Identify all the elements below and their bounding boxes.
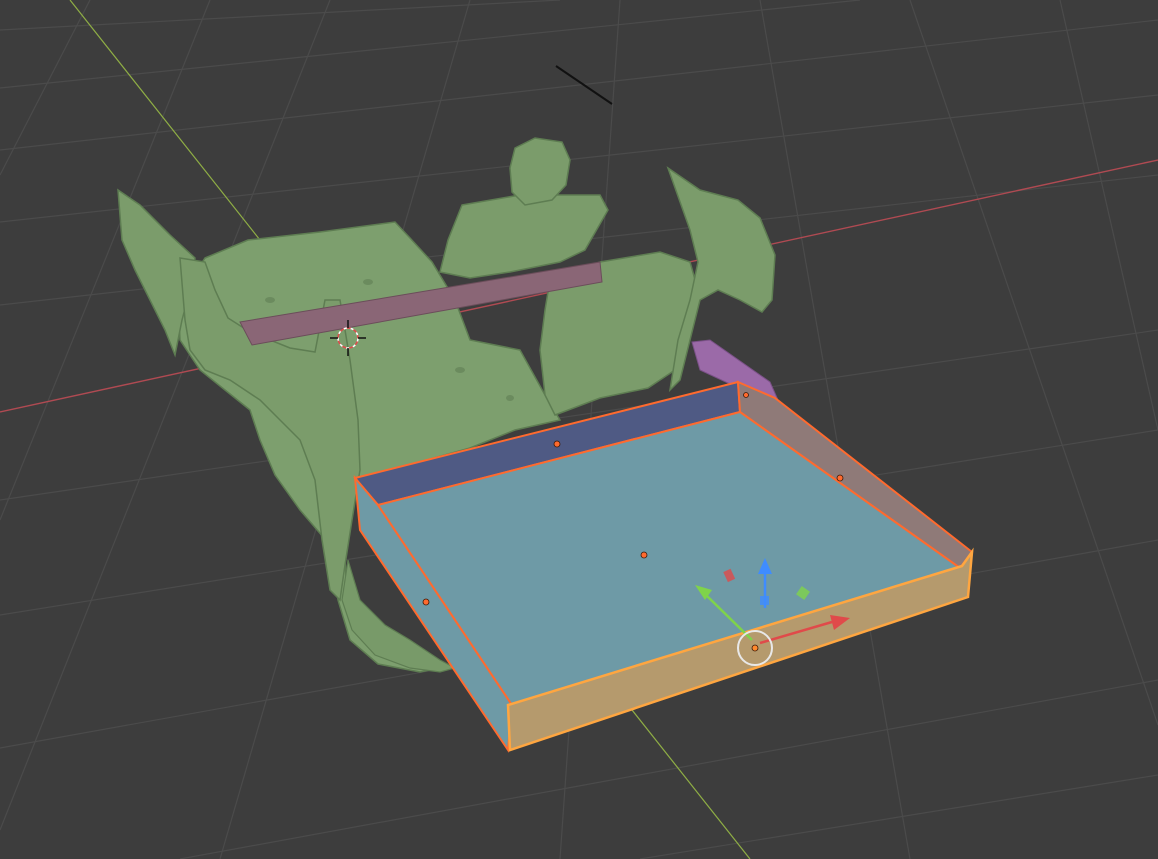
- plane-xy-handle-icon[interactable]: [760, 596, 769, 605]
- gizmo-origin-dot: [751, 644, 759, 652]
- stray-edge: [555, 65, 613, 105]
- viewport-canvas[interactable]: [0, 0, 1158, 859]
- 3d-viewport[interactable]: [0, 0, 1158, 859]
